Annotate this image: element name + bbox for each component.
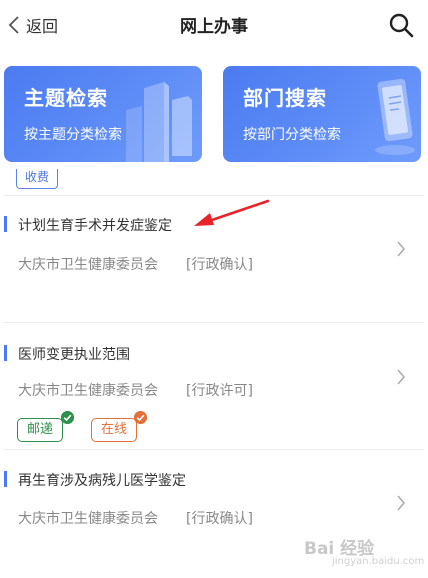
check-icon [134, 411, 147, 424]
check-icon [61, 411, 74, 424]
card-subtitle: 按主题分类检索 [24, 127, 122, 143]
watermark-url: jingyan.baidu.com [332, 556, 425, 567]
buildings-icon [126, 82, 192, 162]
item-accent-bar [4, 345, 7, 361]
chevron-right-icon [397, 495, 405, 511]
list-item[interactable]: 医师变更执业范围 大庆市卫生健康委员会 [行政许可] 邮递 在线 [0, 323, 428, 449]
item-type: [行政确认] [186, 511, 253, 527]
top-bar: 返回 网上办事 [0, 0, 428, 50]
card-title: 主题检索 [24, 86, 108, 110]
online-badge: 在线 [91, 418, 138, 442]
mail-delivery-badge: 邮递 [17, 418, 64, 442]
phone-document-icon [375, 78, 415, 155]
chevron-right-icon [397, 241, 405, 257]
search-icon[interactable] [388, 12, 414, 38]
item-title: 医师变更执业范围 [18, 347, 130, 363]
item-org: 大庆市卫生健康委员会 [18, 511, 158, 527]
card-title: 部门搜索 [243, 86, 327, 110]
item-title: 计划生育手术并发症鉴定 [18, 218, 172, 234]
item-org: 大庆市卫生健康委员会 [18, 383, 158, 399]
fee-tag: 收费 [16, 169, 59, 189]
item-type: [行政确认] [186, 257, 253, 273]
annotation-arrow-icon [194, 199, 270, 226]
chevron-right-icon [397, 369, 405, 385]
item-type: [行政许可] [186, 383, 253, 399]
category-cards: 主题检索 按主题分类检索 部门搜索 按部门分类检索 [4, 66, 424, 162]
item-accent-bar [4, 471, 7, 487]
department-search-card[interactable]: 部门搜索 按部门分类检索 [223, 66, 421, 162]
card-subtitle: 按部门分类检索 [243, 127, 341, 143]
item-accent-bar [4, 216, 7, 232]
item-title: 再生育涉及病残儿医学鉴定 [18, 473, 186, 489]
page-title: 网上办事 [180, 17, 248, 37]
topic-search-card[interactable]: 主题检索 按主题分类检索 [4, 66, 202, 162]
item-org: 大庆市卫生健康委员会 [18, 257, 158, 273]
